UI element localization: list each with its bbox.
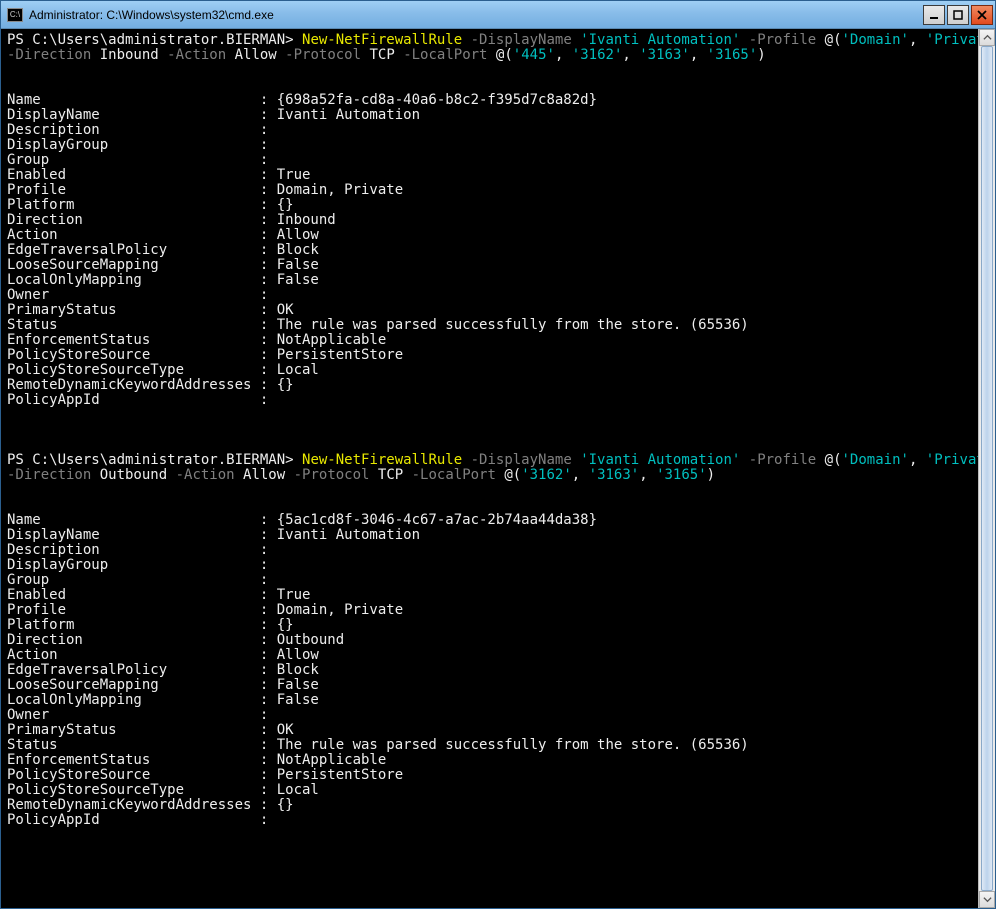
maximize-icon — [953, 10, 963, 20]
window-buttons — [923, 5, 993, 25]
scrollbar[interactable] — [978, 29, 995, 908]
terminal-wrap: PS C:\Users\administrator.BIERMAN> New-N… — [1, 29, 995, 908]
maximize-button[interactable] — [947, 5, 969, 25]
scroll-track[interactable] — [979, 46, 995, 891]
close-button[interactable] — [971, 5, 993, 25]
scroll-up-button[interactable] — [979, 29, 995, 46]
chevron-up-icon — [983, 33, 992, 42]
window-title: Administrator: C:\Windows\system32\cmd.e… — [29, 8, 923, 22]
cmd-icon: C:\ — [7, 8, 23, 22]
close-icon — [977, 10, 987, 20]
chevron-down-icon — [983, 895, 992, 904]
scroll-down-button[interactable] — [979, 891, 995, 908]
minimize-button[interactable] — [923, 5, 945, 25]
terminal-output[interactable]: PS C:\Users\administrator.BIERMAN> New-N… — [1, 29, 978, 908]
minimize-icon — [929, 10, 939, 20]
scroll-thumb[interactable] — [981, 46, 993, 891]
titlebar[interactable]: C:\ Administrator: C:\Windows\system32\c… — [1, 1, 995, 29]
cmd-window: C:\ Administrator: C:\Windows\system32\c… — [0, 0, 996, 909]
